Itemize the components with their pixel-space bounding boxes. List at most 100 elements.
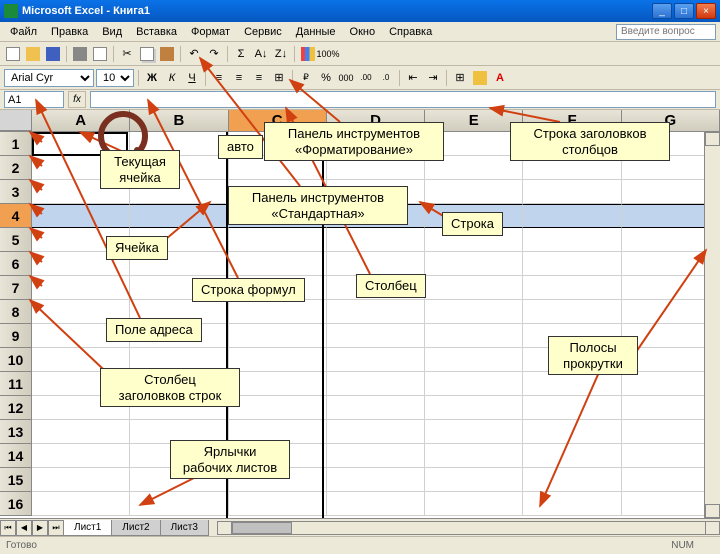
cell[interactable] bbox=[229, 372, 327, 396]
menu-window[interactable]: Окно bbox=[344, 24, 382, 40]
cell[interactable] bbox=[229, 252, 327, 276]
sort-desc-icon[interactable]: Z↓ bbox=[272, 45, 290, 63]
currency-icon[interactable]: ₽ bbox=[297, 69, 315, 87]
scroll-left-button[interactable] bbox=[218, 522, 232, 534]
cell[interactable] bbox=[523, 372, 621, 396]
cell[interactable] bbox=[425, 300, 523, 324]
row-header-6[interactable]: 6 bbox=[0, 252, 32, 276]
row-header-5[interactable]: 5 bbox=[0, 228, 32, 252]
cell[interactable] bbox=[327, 396, 425, 420]
cell[interactable] bbox=[523, 420, 621, 444]
cell[interactable] bbox=[32, 468, 130, 492]
row-header-8[interactable]: 8 bbox=[0, 300, 32, 324]
cell[interactable] bbox=[130, 492, 228, 516]
menu-insert[interactable]: Вставка bbox=[130, 24, 183, 40]
menu-edit[interactable]: Правка bbox=[45, 24, 94, 40]
help-search-input[interactable] bbox=[616, 24, 716, 40]
cell[interactable] bbox=[327, 228, 425, 252]
cell[interactable] bbox=[327, 444, 425, 468]
row-header-2[interactable]: 2 bbox=[0, 156, 32, 180]
comma-icon[interactable]: 000 bbox=[337, 69, 355, 87]
font-size-select[interactable]: 10 bbox=[96, 69, 134, 87]
cell[interactable] bbox=[425, 180, 523, 204]
copy-icon[interactable] bbox=[138, 45, 156, 63]
sheet-tab-2[interactable]: Лист2 bbox=[111, 520, 160, 536]
cell[interactable] bbox=[32, 204, 130, 228]
menu-help[interactable]: Справка bbox=[383, 24, 438, 40]
cell[interactable] bbox=[327, 492, 425, 516]
row-header-4[interactable]: 4 bbox=[0, 204, 32, 228]
cell[interactable] bbox=[425, 276, 523, 300]
cell[interactable] bbox=[229, 348, 327, 372]
cell[interactable] bbox=[523, 180, 621, 204]
borders-icon[interactable]: ⊞ bbox=[451, 69, 469, 87]
cell[interactable] bbox=[327, 420, 425, 444]
align-right-icon[interactable]: ≡ bbox=[250, 69, 268, 87]
menu-data[interactable]: Данные bbox=[290, 24, 342, 40]
menu-tools[interactable]: Сервис bbox=[238, 24, 288, 40]
cell[interactable] bbox=[32, 492, 130, 516]
row-header-9[interactable]: 9 bbox=[0, 324, 32, 348]
cell[interactable] bbox=[523, 204, 621, 228]
sort-asc-icon[interactable]: A↓ bbox=[252, 45, 270, 63]
percent-icon[interactable]: % bbox=[317, 69, 335, 87]
cell[interactable] bbox=[327, 468, 425, 492]
cell[interactable] bbox=[523, 228, 621, 252]
hscroll-thumb[interactable] bbox=[232, 522, 292, 534]
cell[interactable] bbox=[523, 252, 621, 276]
cell[interactable] bbox=[425, 444, 523, 468]
font-select[interactable]: Arial Cyr bbox=[4, 69, 94, 87]
sheet-tab-1[interactable]: Лист1 bbox=[63, 520, 112, 536]
cell[interactable] bbox=[523, 468, 621, 492]
cut-icon[interactable]: ✂ bbox=[118, 45, 136, 63]
row-header-11[interactable]: 11 bbox=[0, 372, 32, 396]
underline-button[interactable]: Ч bbox=[183, 69, 201, 87]
cell[interactable] bbox=[523, 396, 621, 420]
cell[interactable] bbox=[425, 348, 523, 372]
vertical-scrollbar[interactable] bbox=[704, 132, 720, 518]
row-header-7[interactable]: 7 bbox=[0, 276, 32, 300]
inc-indent-icon[interactable]: ⇥ bbox=[424, 69, 442, 87]
row-header-15[interactable]: 15 bbox=[0, 468, 32, 492]
cell[interactable] bbox=[32, 276, 130, 300]
horizontal-scrollbar[interactable] bbox=[217, 521, 720, 535]
tab-last-button[interactable]: ⏭ bbox=[48, 520, 64, 536]
align-left-icon[interactable]: ≡ bbox=[210, 69, 228, 87]
cell[interactable] bbox=[327, 324, 425, 348]
sheet-tab-3[interactable]: Лист3 bbox=[160, 520, 209, 536]
name-box[interactable]: A1 bbox=[4, 91, 64, 108]
cell[interactable] bbox=[327, 300, 425, 324]
fx-button[interactable]: fx bbox=[68, 91, 86, 108]
cell[interactable] bbox=[425, 420, 523, 444]
menu-format[interactable]: Формат bbox=[185, 24, 236, 40]
sum-icon[interactable]: Σ bbox=[232, 45, 250, 63]
undo-icon[interactable]: ↶ bbox=[185, 45, 203, 63]
save-icon[interactable] bbox=[44, 45, 62, 63]
cell[interactable] bbox=[229, 492, 327, 516]
inc-decimal-icon[interactable]: .00 bbox=[357, 69, 375, 87]
open-icon[interactable] bbox=[24, 45, 42, 63]
cell[interactable] bbox=[425, 324, 523, 348]
tab-next-button[interactable]: ▶ bbox=[32, 520, 48, 536]
cell[interactable] bbox=[32, 420, 130, 444]
align-center-icon[interactable]: ≡ bbox=[230, 69, 248, 87]
formula-input[interactable] bbox=[90, 91, 716, 108]
cell[interactable] bbox=[425, 468, 523, 492]
close-button[interactable]: × bbox=[696, 3, 716, 19]
row-header-16[interactable]: 16 bbox=[0, 492, 32, 516]
new-icon[interactable] bbox=[4, 45, 22, 63]
row-header-13[interactable]: 13 bbox=[0, 420, 32, 444]
menu-view[interactable]: Вид bbox=[96, 24, 128, 40]
cell[interactable] bbox=[425, 252, 523, 276]
scroll-down-button[interactable] bbox=[705, 504, 720, 518]
chart-icon[interactable] bbox=[299, 45, 317, 63]
row-header-3[interactable]: 3 bbox=[0, 180, 32, 204]
cell[interactable] bbox=[229, 228, 327, 252]
fill-color-icon[interactable] bbox=[471, 69, 489, 87]
row-header-10[interactable]: 10 bbox=[0, 348, 32, 372]
cell[interactable] bbox=[425, 492, 523, 516]
cell[interactable] bbox=[327, 372, 425, 396]
cell[interactable] bbox=[229, 300, 327, 324]
tab-first-button[interactable]: ⏮ bbox=[0, 520, 16, 536]
zoom-icon[interactable]: 100% bbox=[319, 45, 337, 63]
